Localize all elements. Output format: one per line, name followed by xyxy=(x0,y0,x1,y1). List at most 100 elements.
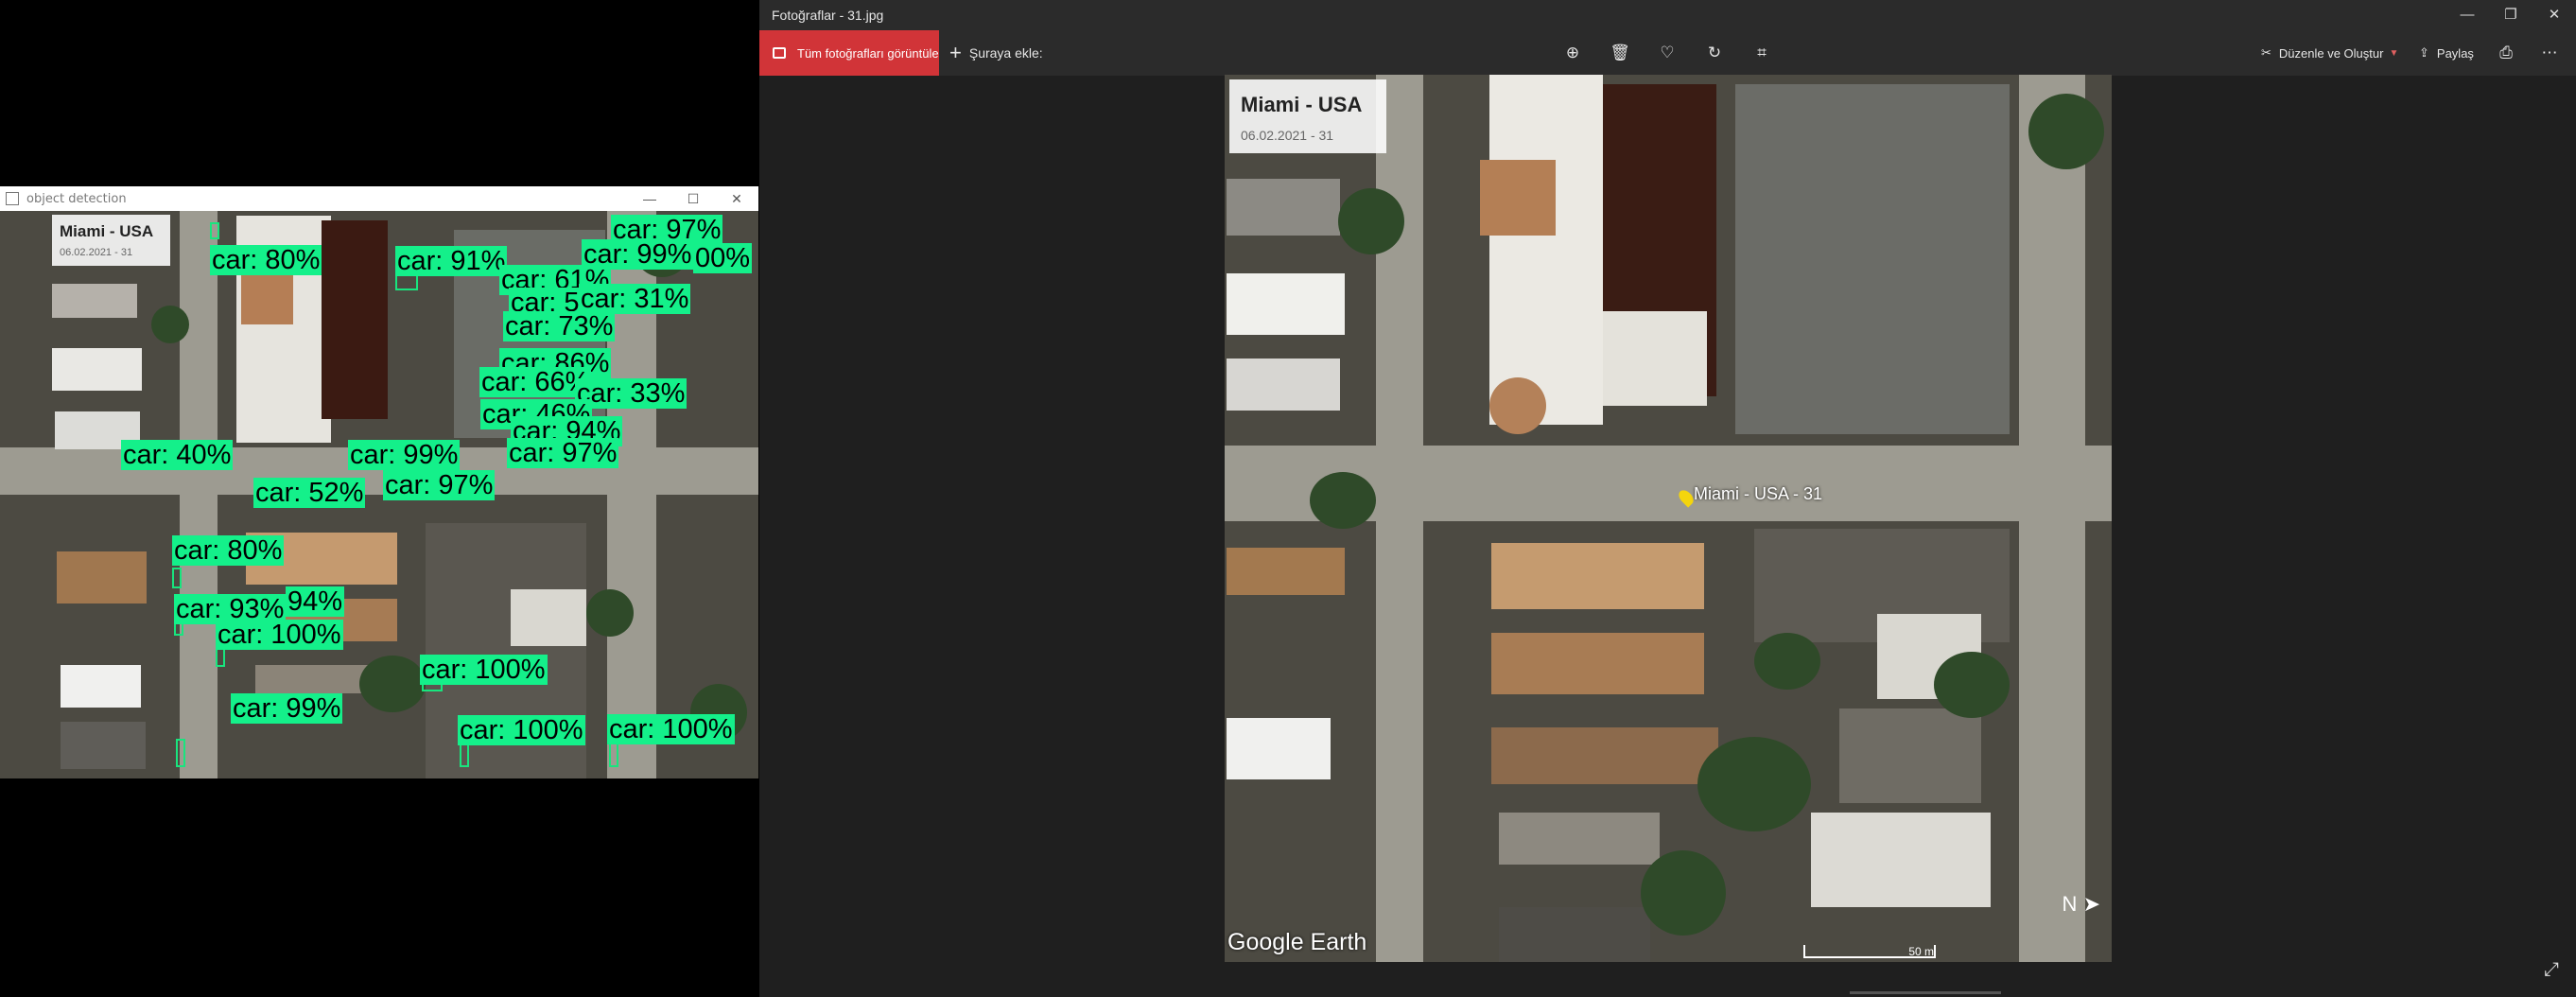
parking-lot xyxy=(1735,84,2010,434)
detection-label: car: 99% xyxy=(231,693,343,724)
minimize-icon[interactable]: — xyxy=(628,186,671,211)
view-all-photos-label: Tüm fotoğrafları görüntüle xyxy=(797,45,939,61)
detection-label: car: 97% xyxy=(383,470,496,500)
north-arrow: N ➤ xyxy=(2063,892,2100,917)
tree xyxy=(586,589,634,637)
photos-toolbar: Tüm fotoğrafları görüntüle + Şuraya ekle… xyxy=(759,30,2576,76)
photo-icon xyxy=(773,47,786,59)
google-earth-logo: Google Earth xyxy=(1227,929,1367,955)
pool-area xyxy=(322,220,388,419)
building-roof xyxy=(1491,543,1704,609)
share-button[interactable]: ⇪ Paylaş xyxy=(2419,30,2474,76)
detection-label: car: 91% xyxy=(395,246,508,276)
building-roof xyxy=(1489,75,1603,425)
building-roof xyxy=(1489,377,1546,434)
detection-box xyxy=(460,743,469,767)
detection-label: car: 100% xyxy=(607,714,735,744)
street xyxy=(180,211,218,778)
stamp-date: 06.02.2021 - 31 xyxy=(60,247,133,258)
tree xyxy=(1754,633,1820,690)
rotate-icon[interactable]: ↻ xyxy=(1700,39,1729,67)
building-roof xyxy=(61,665,141,708)
tree xyxy=(359,656,426,712)
od-window-title: object detection xyxy=(26,191,127,206)
displayed-photo[interactable]: Miami - USA 06.02.2021 - 31 Miami - USA … xyxy=(1225,75,2112,962)
detection-label: 00% xyxy=(693,243,753,273)
detection-label: car: 80% xyxy=(210,245,322,275)
favorite-icon[interactable]: ♡ xyxy=(1653,39,1681,67)
add-to-button[interactable]: + Şuraya ekle: xyxy=(949,30,1043,76)
building-roof xyxy=(1491,633,1704,694)
restore-icon[interactable]: ❐ xyxy=(2489,0,2532,30)
building-roof xyxy=(1499,813,1660,865)
building-roof xyxy=(1480,160,1556,236)
scale-label: 50 m xyxy=(1908,945,1934,958)
tree xyxy=(151,306,189,343)
delete-icon[interactable]: 🗑 xyxy=(1606,39,1634,67)
building-roof xyxy=(1227,718,1331,779)
arrow-right-icon: ➤ xyxy=(2082,892,2100,916)
north-label: N xyxy=(2062,892,2078,916)
detection-box xyxy=(210,222,219,239)
detection-box xyxy=(172,568,182,588)
tree xyxy=(2028,94,2104,169)
detection-label: car: 97% xyxy=(507,438,619,468)
more-icon[interactable]: ⋯ xyxy=(2535,39,2564,67)
building-roof xyxy=(1227,179,1340,236)
detection-label: car: 100% xyxy=(420,655,548,685)
tree xyxy=(1310,472,1376,529)
add-to-label: Şuraya ekle: xyxy=(968,45,1043,61)
crop-icon[interactable]: ⌗ xyxy=(1748,39,1776,67)
detection-label: car: 100% xyxy=(216,620,343,650)
pin-label: Miami - USA - 31 xyxy=(1694,484,1823,503)
edit-create-button[interactable]: ✂ Düzenle ve Oluştur ▼ xyxy=(2261,30,2398,76)
share-icon: ⇪ xyxy=(2419,45,2429,60)
zoom-icon[interactable]: ⊕ xyxy=(1558,39,1587,67)
close-icon[interactable]: ✕ xyxy=(715,186,758,211)
filmstrip-scrollbar[interactable] xyxy=(1850,991,2001,994)
stamp-title: Miami - USA xyxy=(60,222,154,240)
photos-titlebar[interactable]: Fotoğraflar - 31.jpg — ❐ ✕ xyxy=(759,0,2576,30)
detection-label: car: 31% xyxy=(579,284,691,314)
building-roof xyxy=(57,551,147,603)
image-stamp: Miami - USA 06.02.2021 - 31 xyxy=(52,215,170,266)
building-roof xyxy=(1603,311,1707,406)
detection-box xyxy=(176,739,185,767)
scale-bar: 50 m xyxy=(1803,945,1936,958)
tree xyxy=(1641,850,1726,936)
building-roof xyxy=(1491,727,1718,784)
building-roof xyxy=(511,589,586,646)
detection-image: Miami - USA 06.02.2021 - 31 car: 80% car… xyxy=(0,211,758,778)
building-roof xyxy=(52,348,142,391)
building-roof xyxy=(1499,907,1650,962)
fullscreen-icon[interactable]: ⤢ xyxy=(2540,958,2563,981)
edit-create-label: Düzenle ve Oluştur xyxy=(2278,45,2384,61)
share-label: Paylaş xyxy=(2436,45,2474,61)
plus-icon: + xyxy=(949,41,962,64)
detection-label: car: 73% xyxy=(503,311,616,341)
chevron-down-icon: ▼ xyxy=(2389,47,2399,59)
photos-window-title: Fotoğraflar - 31.jpg xyxy=(772,8,884,23)
od-titlebar[interactable]: object detection — ☐ ✕ xyxy=(0,186,758,212)
stamp-date: 06.02.2021 - 31 xyxy=(1241,128,1334,143)
edit-icon: ✂ xyxy=(2261,45,2271,60)
detection-label: 94% xyxy=(286,586,345,617)
minimize-icon[interactable]: — xyxy=(2445,0,2489,30)
tree xyxy=(1338,188,1404,254)
detection-label: car: 80% xyxy=(172,535,285,566)
maximize-icon[interactable]: ☐ xyxy=(671,186,715,211)
print-icon[interactable]: ⎙ xyxy=(2492,39,2520,67)
building-roof xyxy=(1227,273,1345,335)
tree xyxy=(1697,737,1811,831)
detection-label: car: 99% xyxy=(348,440,461,470)
detection-label: car: 100% xyxy=(458,715,585,745)
view-all-photos-button[interactable]: Tüm fotoğrafları görüntüle xyxy=(759,30,939,76)
building-roof xyxy=(1227,548,1345,595)
building-roof xyxy=(52,284,137,318)
detection-label: car: 52% xyxy=(253,478,366,508)
detection-label: car: 40% xyxy=(121,440,234,470)
detection-box xyxy=(609,743,618,767)
building-roof xyxy=(61,722,146,769)
close-icon[interactable]: ✕ xyxy=(2532,0,2576,30)
image-stamp: Miami - USA 06.02.2021 - 31 xyxy=(1229,79,1386,153)
